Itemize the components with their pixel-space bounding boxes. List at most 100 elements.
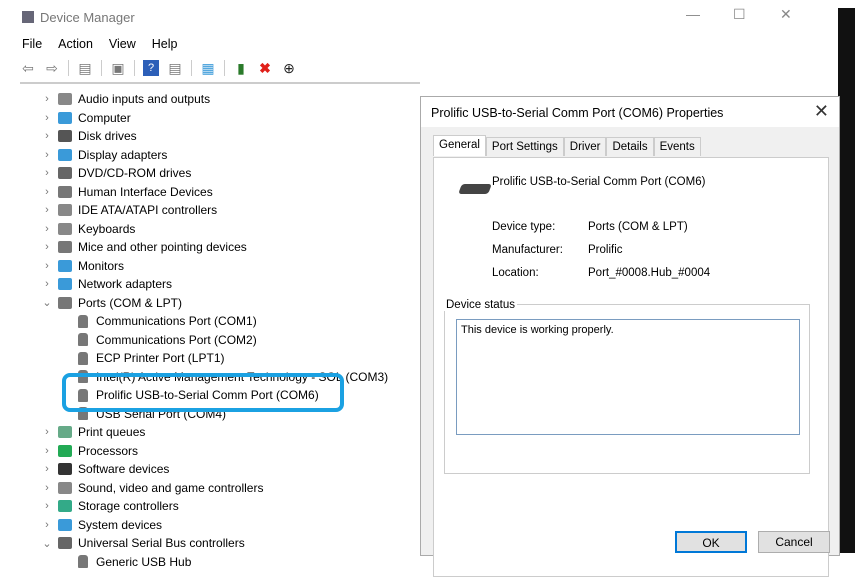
port-icon [78,351,88,365]
add-driver-icon[interactable]: ▮ [233,60,249,76]
chevron-right-icon[interactable]: › [36,500,58,512]
minimize-button[interactable]: — [686,6,700,22]
tree-item[interactable]: › Keyboards [36,220,388,239]
tree-item[interactable]: › Network adapters [36,275,388,294]
update-icon[interactable]: ▣ [110,60,126,76]
tree-item[interactable]: › IDE ATA/ATAPI controllers [36,201,388,220]
tree-item[interactable]: › Print queues [36,423,388,442]
dialog-close-button[interactable]: ✕ [814,101,829,122]
tree-item[interactable]: › Sound, video and game controllers [36,479,388,498]
tree-item[interactable]: › Computer [36,109,388,128]
tree-item[interactable]: › Human Interface Devices [36,183,388,202]
chevron-right-icon[interactable]: › [36,278,58,290]
tree-item-label: Mice and other pointing devices [78,240,247,255]
forward-icon[interactable]: ⇨ [44,60,60,76]
separator [191,60,192,76]
device-category-icon [58,222,72,235]
chevron-right-icon[interactable]: › [36,112,58,124]
chevron-down-icon[interactable]: ⌄ [36,296,58,309]
tree-item-label: Computer [78,110,131,125]
ok-button[interactable]: OK [675,531,747,553]
chevron-right-icon[interactable]: › [36,186,58,198]
device-category-icon [58,444,72,457]
tree-item[interactable]: › Monitors [36,257,388,276]
device-tree: › Audio inputs and outputs › Computer › Disk … [36,90,388,571]
tree-item[interactable]: › Storage controllers [36,497,388,516]
tree-child-item[interactable]: Communications Port (COM2) [36,331,388,350]
tree-item-label: Processors [78,443,139,458]
tree-item-label: Human Interface Devices [78,184,213,199]
port-icon [78,314,88,328]
menu-file[interactable]: File [22,37,42,51]
cancel-button[interactable]: Cancel [758,531,830,553]
device-category-icon [58,185,72,198]
chevron-right-icon[interactable]: › [36,260,58,272]
chevron-right-icon[interactable]: › [36,223,58,235]
back-icon[interactable]: ⇦ [20,60,36,76]
menu-view[interactable]: View [109,37,136,51]
device-category-icon [58,463,72,476]
menu-help[interactable]: Help [152,37,178,51]
tab-driver[interactable]: Driver [563,137,607,156]
device-manager-icon [22,11,34,23]
device-category-icon [58,130,72,143]
tree-child-item[interactable]: ECP Printer Port (LPT1) [36,349,388,368]
separator [101,60,102,76]
chevron-right-icon[interactable]: › [36,149,58,161]
divider [20,82,420,84]
monitor-icon[interactable]: ▦ [200,60,216,76]
chevron-right-icon[interactable]: › [36,167,58,179]
device-category-icon [58,259,72,272]
tree-child-item[interactable]: Communications Port (COM1) [36,312,388,331]
tab-details[interactable]: Details [606,137,654,156]
menu-action[interactable]: Action [58,37,93,51]
maximize-button[interactable]: ☐ [733,6,746,23]
tree-item[interactable]: › Software devices [36,460,388,479]
tree-item[interactable]: › System devices [36,516,388,535]
device-category-icon [58,93,72,106]
tree-item[interactable]: › Processors [36,442,388,461]
chevron-right-icon[interactable]: › [36,463,58,475]
device-category-icon [58,518,72,531]
chevron-right-icon[interactable]: › [36,482,58,494]
toolbar: ⇦ ⇨ ▤ ▣ ? ▤ ▦ ▮ ✖ ⊕ [20,60,297,76]
close-button[interactable]: ✕ [780,6,792,23]
chevron-right-icon[interactable]: › [36,204,58,216]
chevron-down-icon[interactable]: ⌄ [36,537,58,550]
chevron-right-icon[interactable]: › [36,241,58,253]
uninstall-icon[interactable]: ✖ [257,60,273,76]
chevron-right-icon[interactable]: › [36,130,58,142]
chevron-right-icon[interactable]: › [36,426,58,438]
device-category-icon [58,426,72,439]
chevron-right-icon[interactable]: › [36,93,58,105]
tab-general[interactable]: General [433,135,486,156]
tree-item-label: Software devices [78,462,170,477]
tree-item-label: Communications Port (COM2) [96,332,257,347]
properties-icon[interactable]: ▤ [77,60,93,76]
manufacturer-label: Manufacturer: [492,244,563,256]
help-icon[interactable]: ? [143,60,159,76]
background-strip [838,8,855,553]
tree-item[interactable]: › DVD/CD-ROM drives [36,164,388,183]
device-status-textbox[interactable]: This device is working properly. [456,319,800,435]
tab-events[interactable]: Events [653,137,701,156]
chevron-right-icon[interactable]: › [36,445,58,457]
tree-child-item[interactable]: Generic USB Hub [36,553,388,572]
view-icon[interactable]: ▤ [167,60,183,76]
tree-item-label: Display adapters [78,147,168,162]
chevron-right-icon[interactable]: › [36,519,58,531]
device-category-icon [58,241,72,254]
tab-port-settings[interactable]: Port Settings [485,137,564,156]
tree-item[interactable]: › Audio inputs and outputs [36,90,388,109]
tree-item-label: IDE ATA/ATAPI controllers [78,203,218,218]
tree-item[interactable]: › Mice and other pointing devices [36,238,388,257]
tree-item[interactable]: › Display adapters [36,146,388,165]
tree-item-label: Audio inputs and outputs [78,92,211,107]
tree-item-label: Disk drives [78,129,137,144]
tree-item-ports[interactable]: ⌄ Ports (COM & LPT) [36,294,388,313]
tree-item-label: ECP Printer Port (LPT1) [96,351,225,366]
tree-item-usb[interactable]: ⌄ Universal Serial Bus controllers [36,534,388,553]
tree-item[interactable]: › Disk drives [36,127,388,146]
tree-item-label: Ports (COM & LPT) [78,295,183,310]
download-icon[interactable]: ⊕ [281,60,297,76]
